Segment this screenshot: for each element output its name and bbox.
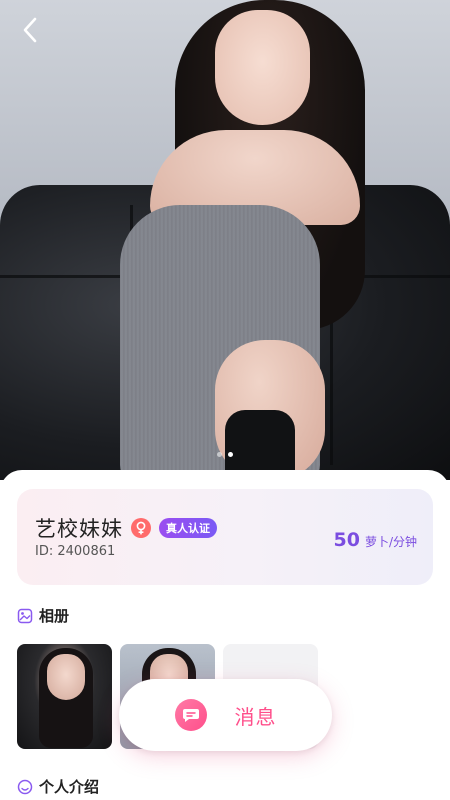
chat-bubble-icon <box>174 699 207 731</box>
user-id: ID: 2400861 <box>35 544 116 559</box>
image-icon <box>17 608 33 623</box>
price-rate: 50 萝卜/分钟 <box>334 529 418 551</box>
profile-name: 艺校妹妹 <box>35 517 123 541</box>
message-label: 消息 <box>234 704 277 729</box>
intro-title: 个人介绍 <box>39 778 100 796</box>
album-section-header: 相册 <box>17 605 69 626</box>
profile-photo-carousel[interactable] <box>0 0 450 480</box>
smile-icon <box>17 779 33 794</box>
price-unit: 萝卜/分钟 <box>364 535 417 549</box>
profile-card: 艺校妹妹 真人认证 ID: 2400861 50 萝卜/分钟 <box>17 489 433 585</box>
price-value: 50 <box>333 529 360 551</box>
intro-section-header: 个人介绍 <box>17 776 99 797</box>
carousel-indicator <box>0 452 450 457</box>
message-button[interactable]: 消息 <box>119 679 332 751</box>
back-button[interactable] <box>14 14 46 46</box>
photo-subject-face <box>215 10 310 125</box>
chevron-left-icon <box>23 17 37 43</box>
carousel-dot-active[interactable] <box>228 452 233 457</box>
album-thumbnail[interactable] <box>17 644 112 749</box>
verified-badge: 真人认证 <box>159 518 217 538</box>
album-title: 相册 <box>39 607 70 625</box>
carousel-dot[interactable] <box>217 452 222 457</box>
female-symbol-icon <box>131 518 151 538</box>
